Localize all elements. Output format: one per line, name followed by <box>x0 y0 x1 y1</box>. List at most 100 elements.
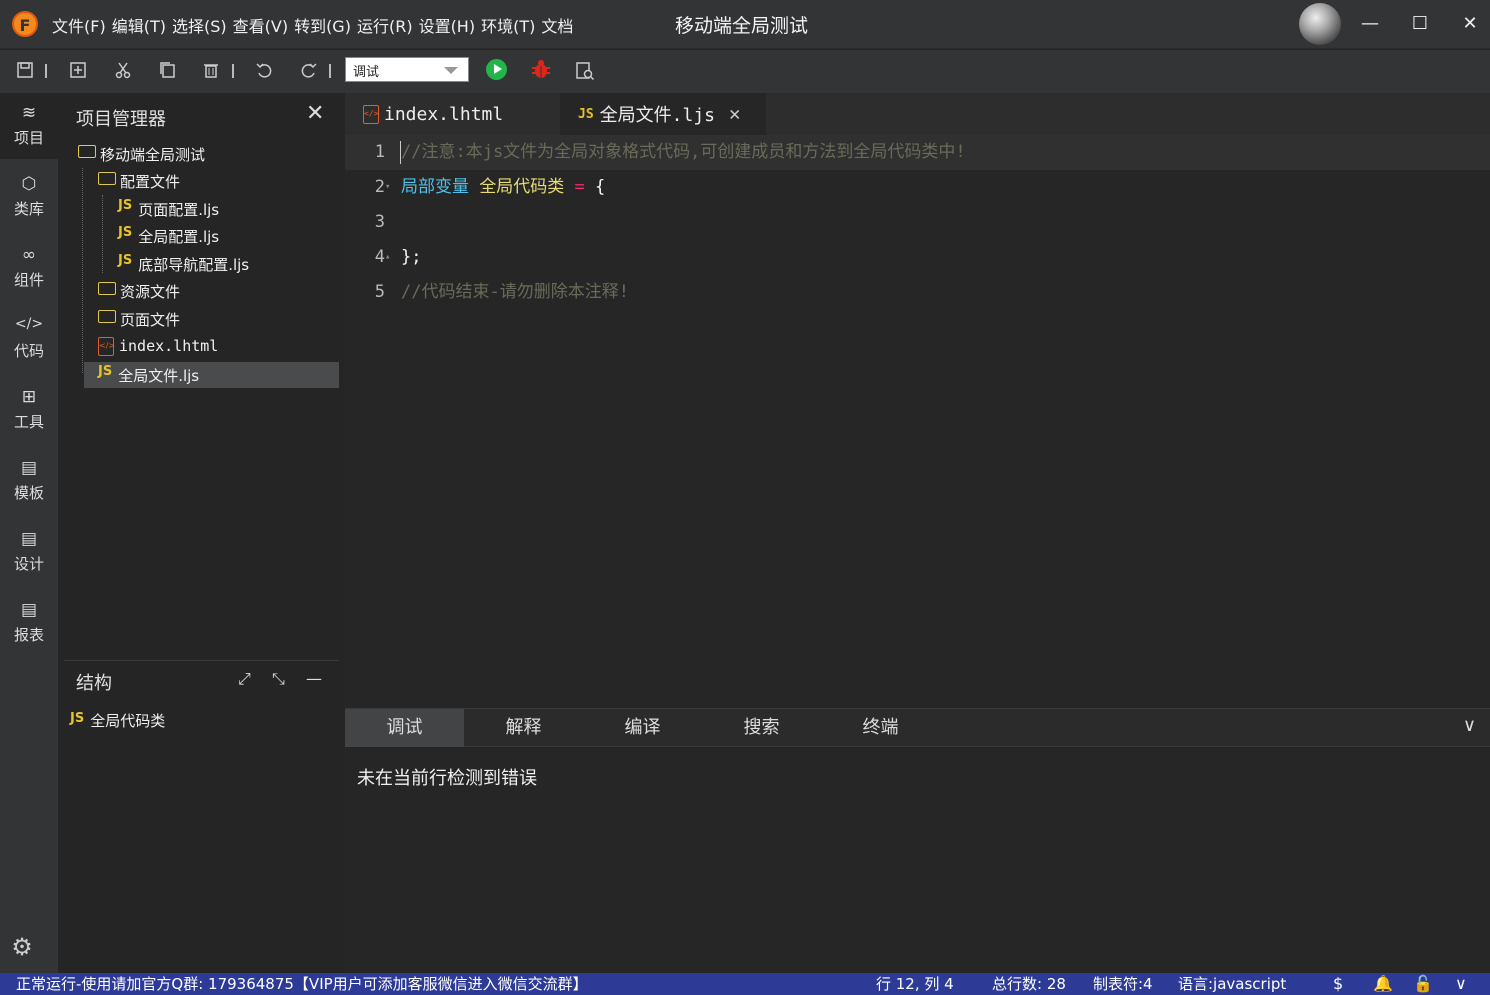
menu-settings[interactable]: 设置(H) <box>419 13 476 37</box>
dollar-icon[interactable]: $ <box>1333 973 1343 995</box>
toolbar-separator <box>329 64 331 78</box>
tree-folder-resources[interactable]: 资源文件 <box>98 278 180 304</box>
structure-item[interactable]: JS 全局代码类 <box>70 710 165 731</box>
menu-file[interactable]: 文件(F) <box>52 13 106 37</box>
status-bar: 正常运行-使用请加官方Q群: 179364875【VIP用户可添加客服微信进入微… <box>0 973 1490 995</box>
activity-label: 项目 <box>13 129 44 147</box>
settings-gear-icon[interactable]: ⚙ <box>8 933 36 961</box>
tree-label: 资源文件 <box>120 282 181 301</box>
structure-title: 结构 <box>76 673 112 694</box>
code-line[interactable]: 3 <box>345 205 1490 240</box>
tree-folder-config[interactable]: 配置文件 <box>98 168 180 194</box>
copy-icon[interactable] <box>156 61 178 83</box>
menu-view[interactable]: 查看(V) <box>233 13 288 37</box>
close-tab-icon[interactable]: ✕ <box>729 103 740 125</box>
fold-toggle-icon[interactable]: ▾ <box>385 170 390 205</box>
js-file-icon: JS <box>118 252 133 268</box>
cursor-position[interactable]: 行 12, 列 4 <box>876 973 954 995</box>
debug-message: 未在当前行检测到错误 <box>357 768 537 789</box>
activity-reports[interactable]: ▤ 报表 <box>0 590 58 656</box>
fold-toggle-icon[interactable]: ▴ <box>385 240 390 275</box>
close-explorer-icon[interactable]: ✕ <box>306 101 324 126</box>
chevron-down-icon <box>444 67 458 74</box>
close-window-button[interactable]: ✕ <box>1456 10 1484 38</box>
folder-icon <box>98 171 116 185</box>
tab-search[interactable]: 搜索 <box>702 709 821 747</box>
expand-icon[interactable]: ⤢ <box>238 669 251 689</box>
tab-interpret[interactable]: 解释 <box>464 709 583 747</box>
tree-label: index.lhtml <box>119 337 219 355</box>
activity-templates[interactable]: ▤ 模板 <box>0 448 58 514</box>
title-bar: F 文件(F) 编辑(T) 选择(S) 查看(V) 转到(G) 运行(R) 设置… <box>0 0 1490 49</box>
delete-icon[interactable] <box>200 61 222 83</box>
js-file-icon: JS <box>98 363 113 379</box>
collapse-panel-chevron-icon[interactable]: ∨ <box>1463 715 1476 736</box>
tree-folder-pages[interactable]: 页面文件 <box>98 306 180 332</box>
undo-icon[interactable] <box>253 61 275 83</box>
activity-components[interactable]: ∞ 组件 <box>0 235 58 301</box>
tree-folder-root[interactable]: 移动端全局测试 <box>78 141 205 167</box>
tab-debug[interactable]: 调试 <box>345 709 464 747</box>
tab-size[interactable]: 制表符:4 <box>1093 973 1153 995</box>
menu-select[interactable]: 选择(S) <box>172 13 227 37</box>
menu-goto[interactable]: 转到(G) <box>294 13 351 37</box>
activity-label: 组件 <box>13 271 44 289</box>
status-message: 正常运行-使用请加官方Q群: 179364875【VIP用户可添加客服微信进入微… <box>16 975 588 993</box>
line-number: 4 <box>374 247 385 267</box>
tree-label: 移动端全局测试 <box>100 145 206 164</box>
tab-compile[interactable]: 编译 <box>583 709 702 747</box>
debug-button[interactable] <box>530 58 552 80</box>
search-file-icon[interactable] <box>574 61 596 83</box>
tree-label: 配置文件 <box>120 172 181 191</box>
activity-project[interactable]: ≋ 项目 <box>0 93 58 159</box>
menu-run[interactable]: 运行(R) <box>357 13 413 37</box>
activity-code[interactable]: </> 代码 <box>0 306 58 372</box>
tree-file-global[interactable]: JS 全局文件.ljs <box>84 362 339 388</box>
tree-file-nav-config[interactable]: JS 底部导航配置.ljs <box>118 251 249 277</box>
code-line[interactable]: 5 //代码结束-请勿删除本注释! <box>345 275 1490 310</box>
tree-file-page-config[interactable]: JS 页面配置.ljs <box>118 196 219 222</box>
new-file-icon[interactable] <box>67 61 89 83</box>
code-operator: = <box>574 177 585 197</box>
menu-environment[interactable]: 环境(T) <box>481 13 535 37</box>
menu-docs[interactable]: 文档 <box>541 13 573 37</box>
tree-file-index[interactable]: </> index.lhtml <box>98 333 218 359</box>
activity-tools[interactable]: ⊞ 工具 <box>0 377 58 443</box>
toolbar-separator <box>45 64 47 78</box>
code-line[interactable]: 1 //注意:本js文件为全局对象格式代码,可创建成员和方法到全局代码类中! <box>345 135 1490 170</box>
code-line[interactable]: 4 ▴ }; <box>345 240 1490 275</box>
code-punct: }; <box>401 247 422 267</box>
code-comment: //注意:本js文件为全局对象格式代码,可创建成员和方法到全局代码类中! <box>401 142 966 162</box>
bell-icon[interactable]: 🔔 <box>1373 973 1393 995</box>
unlock-icon[interactable]: 🔓 <box>1413 973 1433 995</box>
tab-global-ljs[interactable]: JS 全局文件.ljs ✕ <box>560 93 766 135</box>
minimize-button[interactable]: — <box>1356 10 1384 38</box>
tab-terminal[interactable]: 终端 <box>821 709 940 747</box>
link-icon: ∞ <box>21 245 37 265</box>
activity-design[interactable]: ▤ 设计 <box>0 519 58 585</box>
code-editor: </> index.lhtml JS 全局文件.ljs ✕ 1 //注意:本js… <box>345 93 1490 708</box>
tab-index-lhtml[interactable]: </> index.lhtml <box>345 93 560 135</box>
cut-icon[interactable] <box>112 61 134 83</box>
code-icon: </> <box>14 316 44 332</box>
js-file-icon: JS <box>70 711 85 726</box>
tree-file-global-config[interactable]: JS 全局配置.ljs <box>118 223 219 249</box>
html-file-icon: </> <box>363 104 379 124</box>
menu-edit[interactable]: 编辑(T) <box>112 13 166 37</box>
folder-icon <box>78 144 96 158</box>
language-mode[interactable]: 语言:javascript <box>1178 973 1286 995</box>
redo-icon[interactable] <box>298 61 320 83</box>
maximize-button[interactable]: ☐ <box>1406 10 1434 38</box>
code-line[interactable]: 2 ▾ 局部变量 全局代码类 = { <box>345 170 1490 205</box>
total-lines: 总行数: 28 <box>992 975 1066 993</box>
run-button[interactable] <box>486 59 507 80</box>
tree-guide <box>102 195 103 273</box>
collapse-icon[interactable]: ⤡ <box>272 669 285 689</box>
save-icon[interactable] <box>14 61 36 83</box>
chevron-down-icon[interactable]: ∨ <box>1455 973 1467 995</box>
cube-icon: ⬡ <box>21 174 37 194</box>
minimize-panel-icon[interactable]: — <box>306 669 322 688</box>
activity-library[interactable]: ⬡ 类库 <box>0 164 58 230</box>
run-mode-select[interactable]: 调试 <box>345 57 469 82</box>
user-avatar[interactable] <box>1299 3 1341 45</box>
